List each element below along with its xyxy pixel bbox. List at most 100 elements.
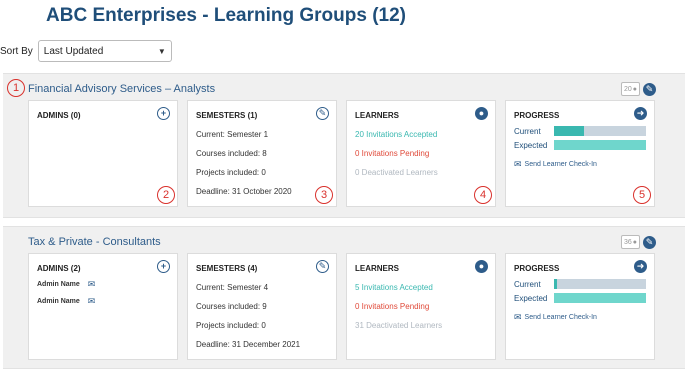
member-count: 20 [623,85,632,93]
expected-label: Expected [514,140,548,150]
invitations-accepted[interactable]: 20 Invitations Accepted [355,130,487,139]
sort-by-label: Sort By [0,45,33,57]
pencil-icon: ✎ [318,261,327,271]
group-cards: ADMINS (2) + Admin Name ✉ Admin Name ✉ S… [28,253,655,360]
users-icon: ● [478,261,485,271]
add-admin-button[interactable]: + [157,107,170,120]
send-checkin-label: Send Learner Check-In [524,161,597,168]
group-title[interactable]: Financial Advisory Services – Analysts [28,83,215,95]
view-progress-button[interactable]: ➜ [634,260,647,273]
learners-title: LEARNERS [355,264,400,273]
learning-group: Financial Advisory Services – Analysts 2… [3,73,685,218]
courses-included: Courses included: 8 [196,149,267,158]
callout-marker: 5 [633,186,651,204]
expected-label: Expected [514,293,548,303]
member-count-badge: 20 ● [620,82,640,96]
expected-progress-bar [554,140,646,150]
current-progress-row: Current [514,126,646,136]
invitations-pending[interactable]: 0 Invitations Pending [355,302,487,311]
deadline: Deadline: 31 October 2020 [196,187,292,196]
member-count: 36 [623,238,632,246]
expected-progress-row: Expected [514,293,646,303]
deactivated-learners[interactable]: 31 Deactivated Learners [355,321,487,330]
manage-learners-button[interactable]: ● [475,107,488,120]
current-semester: Current: Semester 4 [196,283,269,292]
envelope-icon: ✉ [514,312,522,322]
learners-card: LEARNERS ● 20 Invitations Accepted 0 Inv… [346,100,496,207]
edit-group-button[interactable]: ✎ [643,235,656,249]
callout-marker: 3 [315,186,333,204]
current-progress-bar [554,279,646,289]
send-checkin-link[interactable]: ✉ Send Learner Check-In [514,312,646,323]
invitations-accepted[interactable]: 5 Invitations Accepted [355,283,487,292]
admins-title: ADMINS (2) [37,264,81,273]
callout-marker: 2 [157,186,175,204]
current-label: Current [514,126,541,136]
admin-name: Admin Name [37,298,80,305]
admins-card: ADMINS (2) + Admin Name ✉ Admin Name ✉ [28,253,178,360]
plus-icon: + [160,108,167,118]
current-progress-fill [554,279,558,289]
deactivated-learners[interactable]: 0 Deactivated Learners [355,168,487,177]
callout-marker: 1 [7,79,25,97]
group-top-actions: 20 ● ✎ [620,82,656,96]
edit-group-button[interactable]: ✎ [643,82,656,96]
manage-learners-button[interactable]: ● [475,260,488,273]
progress-title: PROGRESS [514,264,560,273]
group-top-actions: 36 ● ✎ [620,235,656,249]
admin-name: Admin Name [37,281,80,288]
arrow-right-icon: ➜ [636,261,645,271]
semesters-card: SEMESTERS (1) ✎ Current: Semester 1 Cour… [187,100,337,207]
person-icon: ● [632,85,637,93]
progress-title: PROGRESS [514,111,560,120]
admins-card: ADMINS (0) + [28,100,178,207]
pencil-icon: ✎ [318,108,327,118]
person-icon: ● [632,238,637,246]
deadline: Deadline: 31 December 2021 [196,340,301,349]
learners-card: LEARNERS ● 5 Invitations Accepted 0 Invi… [346,253,496,360]
group-cards: ADMINS (0) + SEMESTERS (1) ✎ Current: Se… [28,100,655,207]
edit-semesters-button[interactable]: ✎ [316,107,329,120]
callout-marker: 4 [474,186,492,204]
sort-row: Sort By Last Updated ▼ [0,40,172,62]
current-progress-bar [554,126,646,136]
pencil-icon: ✎ [645,83,654,94]
expected-progress-row: Expected [514,140,646,150]
invitations-pending[interactable]: 0 Invitations Pending [355,149,487,158]
current-semester: Current: Semester 1 [196,130,269,139]
current-progress-row: Current [514,279,646,289]
expected-progress-bar [554,293,646,303]
semesters-card: SEMESTERS (4) ✎ Current: Semester 4 Cour… [187,253,337,360]
arrow-right-icon: ➜ [636,108,645,118]
add-admin-button[interactable]: + [157,260,170,273]
plus-icon: + [160,261,167,271]
current-progress-fill [554,126,584,136]
projects-included: Projects included: 0 [196,168,266,177]
admin-row: Admin Name ✉ [37,296,169,307]
users-icon: ● [478,108,485,118]
view-progress-button[interactable]: ➜ [634,107,647,120]
send-checkin-label: Send Learner Check-In [524,314,597,321]
envelope-icon[interactable]: ✉ [88,296,96,307]
sort-select[interactable]: Last Updated ▼ [37,40,172,62]
page-title: ABC Enterprises - Learning Groups (12) [46,5,407,26]
learners-title: LEARNERS [355,111,400,120]
learning-group: Tax & Private - Consultants 36 ● ✎ ADMIN… [3,226,685,369]
member-count-badge: 36 ● [620,235,640,249]
admin-row: Admin Name ✉ [37,279,169,290]
pencil-icon: ✎ [645,236,654,247]
admins-title: ADMINS (0) [37,111,81,120]
progress-card: PROGRESS ➜ Current Expected ✉ Send Learn… [505,100,655,207]
semesters-title: SEMESTERS (4) [196,264,258,273]
projects-included: Projects included: 0 [196,321,266,330]
send-checkin-link[interactable]: ✉ Send Learner Check-In [514,159,646,170]
semesters-title: SEMESTERS (1) [196,111,258,120]
sort-selected-value: Last Updated [43,45,104,57]
group-title[interactable]: Tax & Private - Consultants [28,236,161,248]
chevron-down-icon: ▼ [157,46,166,56]
courses-included: Courses included: 9 [196,302,267,311]
envelope-icon: ✉ [514,159,522,169]
envelope-icon[interactable]: ✉ [88,279,96,290]
edit-semesters-button[interactable]: ✎ [316,260,329,273]
progress-card: PROGRESS ➜ Current Expected ✉ Send Learn… [505,253,655,360]
